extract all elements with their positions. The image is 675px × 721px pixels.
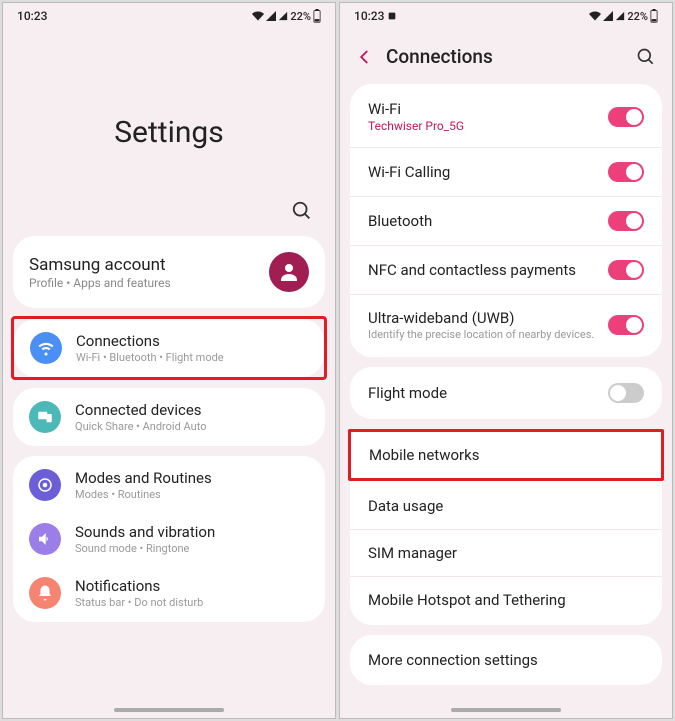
account-card[interactable]: Samsung account Profile • Apps and featu… — [13, 236, 325, 308]
mobile-title: Mobile networks — [369, 446, 479, 464]
bluetooth-title: Bluetooth — [368, 212, 432, 230]
modes-sub: Modes • Routines — [75, 488, 212, 501]
status-time: 10:23 — [354, 9, 397, 23]
status-bar: 10:23 22% — [3, 3, 335, 27]
wifi-toggle[interactable] — [608, 107, 644, 127]
devices-icon — [29, 401, 61, 433]
header-title: Connections — [386, 45, 624, 68]
uwb-toggle[interactable] — [608, 315, 644, 335]
home-indicator[interactable] — [114, 708, 224, 712]
status-right: 22% — [589, 9, 658, 23]
battery-icon — [650, 9, 658, 23]
modes-row[interactable]: Modes and Routines Modes • Routines — [13, 458, 325, 512]
uwb-sub: Identify the precise location of nearby … — [368, 328, 594, 341]
nfc-title: NFC and contactless payments — [368, 261, 576, 279]
notif-title: Notifications — [75, 577, 203, 595]
uwb-title: Ultra-wideband (UWB) — [368, 309, 594, 327]
wifi-calling-row[interactable]: Wi-Fi Calling — [350, 147, 662, 196]
page-title: Settings — [3, 27, 335, 200]
connections-sub: Wi-Fi • Bluetooth • Flight mode — [76, 351, 224, 364]
wifi-title: Wi-Fi — [368, 100, 464, 118]
more-settings-row[interactable]: More connection settings — [350, 637, 662, 683]
wifi-calling-title: Wi-Fi Calling — [368, 163, 450, 181]
sounds-title: Sounds and vibration — [75, 523, 215, 541]
modes-title: Modes and Routines — [75, 469, 212, 487]
connections-row[interactable]: Connections Wi-Fi • Bluetooth • Flight m… — [14, 321, 324, 375]
settings-screen: 10:23 22% Settings Samsung account Profi… — [2, 2, 336, 719]
connections-highlight: Connections Wi-Fi • Bluetooth • Flight m… — [11, 316, 327, 380]
status-time: 10:23 — [17, 9, 47, 23]
avatar-icon[interactable] — [269, 252, 309, 292]
account-sub: Profile • Apps and features — [29, 276, 171, 290]
notif-sub: Status bar • Do not disturb — [75, 596, 203, 609]
signal-icons — [252, 10, 288, 22]
mobile-networks-highlight: Mobile networks — [348, 429, 664, 481]
connected-sub: Quick Share • Android Auto — [75, 420, 206, 433]
connected-title: Connected devices — [75, 401, 206, 419]
search-icon[interactable] — [291, 200, 313, 222]
notifications-row[interactable]: Notifications Status bar • Do not distur… — [13, 566, 325, 620]
battery-text: 22% — [290, 10, 311, 23]
connections-screen: 10:23 22% Connections Wi-Fi Techwiser Pr… — [339, 2, 673, 719]
flight-toggle[interactable] — [608, 383, 644, 403]
bluetooth-toggle[interactable] — [608, 211, 644, 231]
more-title: More connection settings — [368, 651, 538, 669]
nfc-row[interactable]: NFC and contactless payments — [350, 245, 662, 294]
modes-icon — [29, 469, 61, 501]
home-indicator[interactable] — [451, 708, 561, 712]
media-icon — [387, 11, 397, 21]
bluetooth-row[interactable]: Bluetooth — [350, 196, 662, 245]
mobile-networks-row[interactable]: Mobile networks — [351, 432, 661, 478]
data-usage-row[interactable]: Data usage — [350, 483, 662, 529]
wifi-row[interactable]: Wi-Fi Techwiser Pro_5G — [350, 86, 662, 147]
connections-title: Connections — [76, 332, 224, 350]
back-icon[interactable] — [356, 48, 374, 66]
hotspot-row[interactable]: Mobile Hotspot and Tethering — [350, 576, 662, 623]
sounds-row[interactable]: Sounds and vibration Sound mode • Ringto… — [13, 512, 325, 566]
account-title: Samsung account — [29, 255, 171, 275]
sim-title: SIM manager — [368, 544, 457, 562]
flight-title: Flight mode — [368, 384, 447, 402]
header: Connections — [340, 27, 672, 84]
hotspot-title: Mobile Hotspot and Tethering — [368, 591, 566, 609]
sim-manager-row[interactable]: SIM manager — [350, 529, 662, 576]
uwb-row[interactable]: Ultra-wideband (UWB) Identify the precis… — [350, 294, 662, 355]
sounds-icon — [29, 523, 61, 555]
battery-icon — [313, 9, 321, 23]
connected-devices-row[interactable]: Connected devices Quick Share • Android … — [13, 390, 325, 444]
battery-text: 22% — [627, 10, 648, 23]
search-icon[interactable] — [636, 47, 656, 67]
sounds-sub: Sound mode • Ringtone — [75, 542, 215, 555]
wifi-icon — [30, 332, 62, 364]
data-title: Data usage — [368, 497, 443, 515]
status-right: 22% — [252, 9, 321, 23]
signal-icons — [589, 10, 625, 22]
notifications-icon — [29, 577, 61, 609]
status-bar: 10:23 22% — [340, 3, 672, 27]
nfc-toggle[interactable] — [608, 260, 644, 280]
wifi-sub: Techwiser Pro_5G — [368, 119, 464, 133]
flight-mode-row[interactable]: Flight mode — [350, 369, 662, 417]
wifi-calling-toggle[interactable] — [608, 162, 644, 182]
